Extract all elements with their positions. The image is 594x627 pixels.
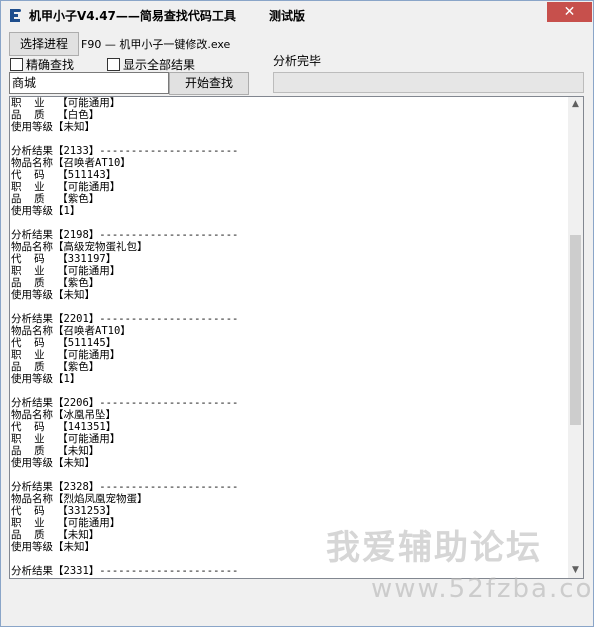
window-title: 机甲小子V4.47——简易查找代码工具 xyxy=(29,9,236,23)
window-subtitle: 测试版 xyxy=(269,9,306,23)
close-icon: ✕ xyxy=(563,4,576,20)
results-text: 职 业 【可能通用】 品 质 【白色】 使用等级【未知】 分析结果【2133】-… xyxy=(11,97,239,577)
app-logo-icon xyxy=(7,7,23,23)
close-button[interactable]: ✕ xyxy=(547,2,592,22)
progress-bar xyxy=(273,72,584,93)
main-window: 机甲小子V4.47——简易查找代码工具 测试版 ✕ 选择进程 F90 — 机甲小… xyxy=(0,0,594,627)
scroll-up-icon[interactable]: ▲ xyxy=(568,97,583,112)
scroll-thumb[interactable] xyxy=(570,235,581,425)
analysis-status-label: 分析完毕 xyxy=(273,54,322,68)
show-all-results-checkbox[interactable]: 显示全部结果 xyxy=(107,56,195,72)
start-search-button[interactable]: 开始查找 xyxy=(169,72,249,95)
exact-search-checkbox[interactable]: 精确查找 xyxy=(10,56,74,72)
results-output[interactable]: 职 业 【可能通用】 品 质 【白色】 使用等级【未知】 分析结果【2133】-… xyxy=(9,96,584,579)
exact-search-label: 精确查找 xyxy=(26,57,75,72)
watermark-text: 我爱辅助论坛 xyxy=(326,528,542,568)
exact-search-checkbox-box[interactable] xyxy=(10,57,23,71)
vertical-scrollbar[interactable]: ▲ ▼ xyxy=(568,97,583,578)
show-all-results-label: 显示全部结果 xyxy=(123,57,196,72)
search-input[interactable]: 商城 xyxy=(9,72,169,94)
watermark-url: www.52fzba.com xyxy=(371,574,594,604)
show-all-results-checkbox-box[interactable] xyxy=(107,57,120,71)
title-bar[interactable]: 机甲小子V4.47——简易查找代码工具 测试版 ✕ xyxy=(1,1,593,29)
process-name-label: F90 — 机甲小子一键修改.exe xyxy=(81,38,231,51)
select-process-button[interactable]: 选择进程 xyxy=(9,32,79,56)
